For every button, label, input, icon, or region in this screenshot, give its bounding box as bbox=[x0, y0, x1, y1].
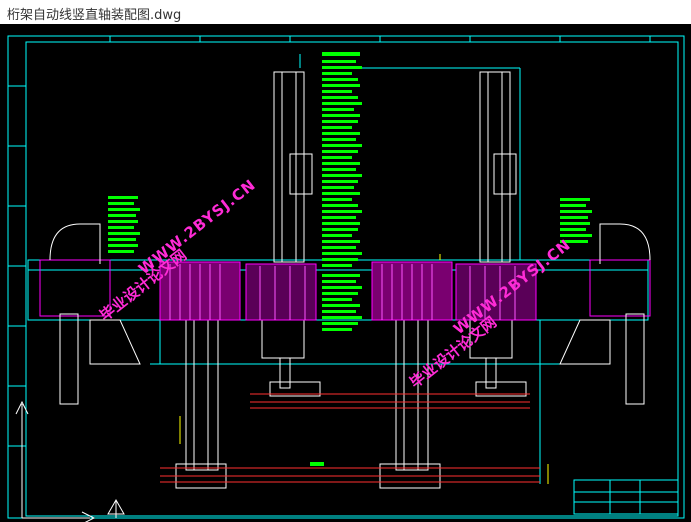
truss-beam bbox=[27, 54, 649, 484]
window-title: 桁架自动线竖直轴装配图.dwg bbox=[7, 8, 182, 23]
ucs-axis-icon bbox=[15, 400, 96, 522]
rail-dimension-icon bbox=[107, 498, 125, 518]
red-rails bbox=[160, 393, 540, 483]
lower-columns bbox=[175, 319, 441, 489]
vertical-axis-left bbox=[261, 71, 321, 397]
rail-label bbox=[310, 462, 324, 466]
inner-frame bbox=[25, 41, 679, 517]
title-block bbox=[573, 479, 679, 515]
drawing-canvas[interactable]: 毕业设计论文网 WWW.2BYSJ.CN 毕业设计论文网 WWW.2BYSJ.C… bbox=[0, 24, 691, 522]
window-titlebar: 桁架自动线竖直轴装配图.dwg bbox=[0, 0, 691, 24]
vertical-axis-right bbox=[469, 71, 527, 397]
cad-drawing[interactable] bbox=[0, 24, 691, 522]
